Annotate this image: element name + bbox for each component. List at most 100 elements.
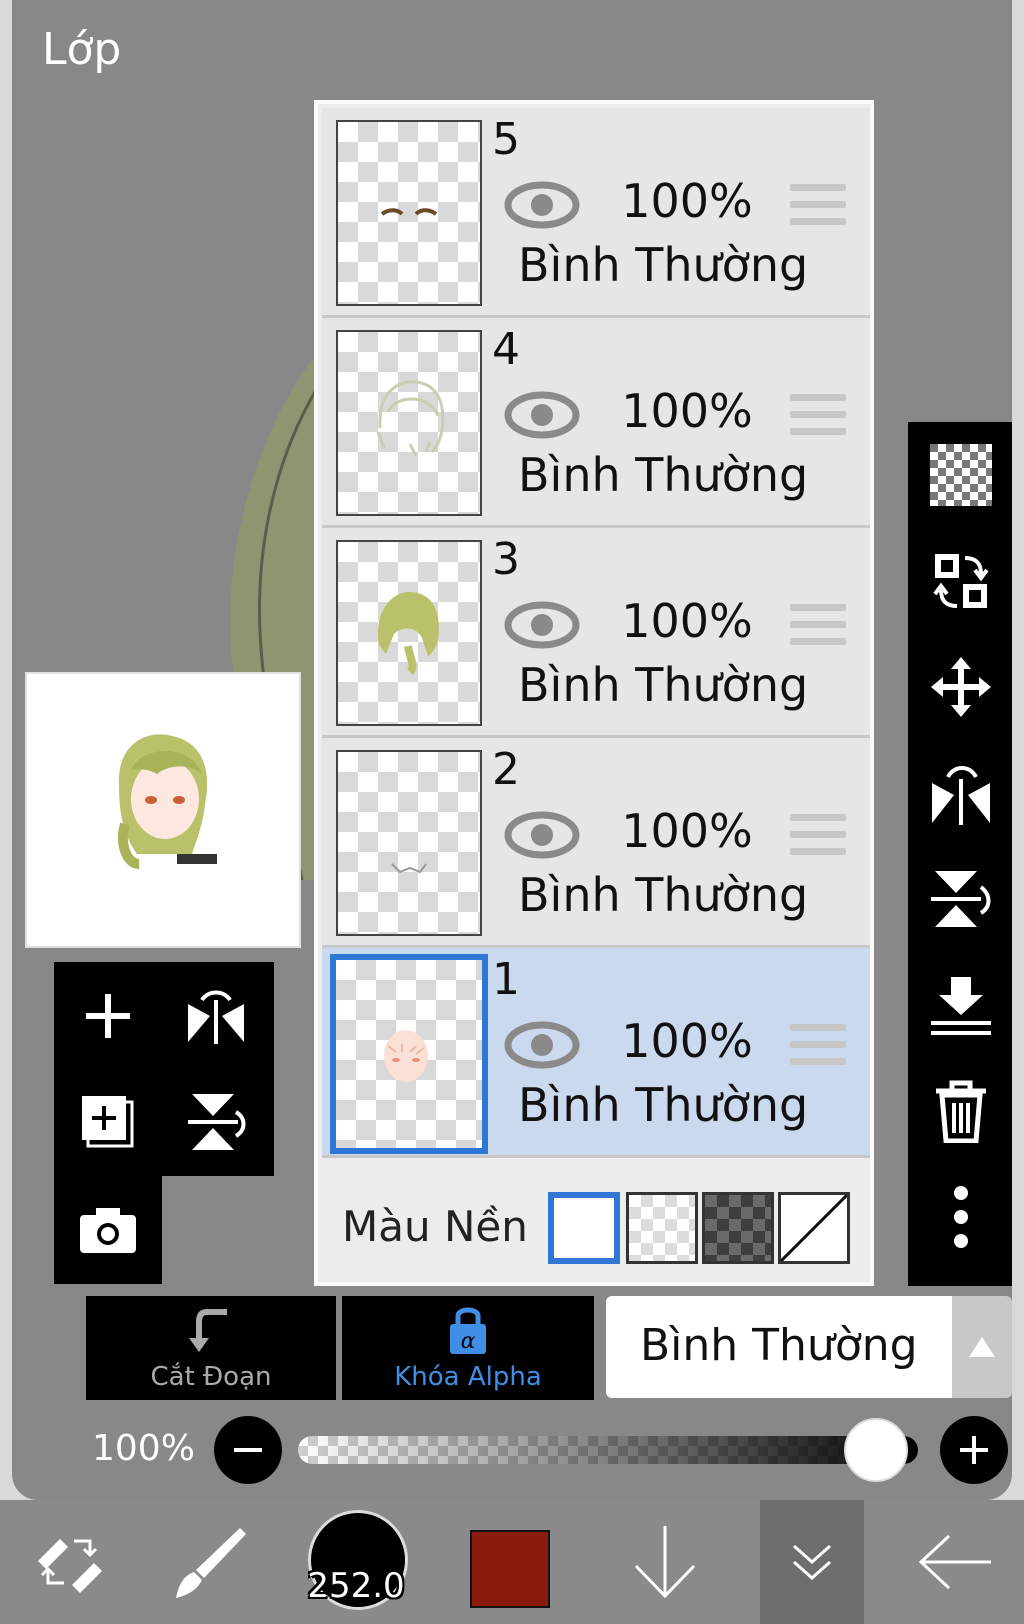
layer-opacity[interactable]: 100% <box>612 384 762 438</box>
layer-number: 5 <box>492 114 520 165</box>
eye-icon[interactable] <box>504 180 580 230</box>
layer-row[interactable]: 3 100% Bình Thường <box>322 528 870 738</box>
move-icon <box>931 657 991 717</box>
flip-horizontal-button[interactable] <box>162 962 270 1070</box>
layer-opacity[interactable]: 100% <box>612 804 762 858</box>
preview-artwork <box>117 734 217 869</box>
eye-icon[interactable] <box>504 600 580 650</box>
background-color-row: Màu Nền <box>322 1162 870 1282</box>
panel-title: Lớp <box>42 24 122 75</box>
swap-button[interactable] <box>908 528 1012 634</box>
layer-number: 4 <box>492 324 520 375</box>
layer-thumbnail <box>336 120 482 306</box>
brush-tool-button[interactable] <box>160 1500 260 1624</box>
current-color-swatch[interactable] <box>470 1530 550 1608</box>
layer-blend-mode: Bình Thường <box>518 658 809 712</box>
layer-2-art <box>391 863 427 874</box>
layer-row[interactable]: 4 100% Bình Thường <box>322 318 870 528</box>
clipping-arrow-icon <box>189 1309 227 1352</box>
blend-mode-select[interactable]: Bình Thường <box>606 1296 952 1398</box>
drag-handle-icon[interactable] <box>790 394 846 440</box>
opacity-slider-track[interactable] <box>298 1436 918 1464</box>
layer-blend-mode: Bình Thường <box>518 1078 809 1132</box>
layer-row[interactable]: 5 100% Bình Thường <box>322 108 870 318</box>
duplicate-layer-button[interactable] <box>54 1068 162 1176</box>
layer-blend-mode: Bình Thường <box>518 238 809 292</box>
drag-handle-icon[interactable] <box>790 604 846 650</box>
eye-icon[interactable] <box>504 1020 580 1070</box>
swap-icon <box>933 554 989 608</box>
add-layer-button[interactable] <box>54 962 162 1070</box>
no-background-icon <box>781 1195 847 1261</box>
layer-list: 5 100% Bình Thường 4 100% Bình Thường 3 … <box>314 100 874 1286</box>
brush-size-value: 252.0 <box>307 1566 405 1606</box>
background-light-checker-swatch[interactable] <box>626 1192 698 1264</box>
eye-icon[interactable] <box>504 810 580 860</box>
background-none-swatch[interactable] <box>778 1192 850 1264</box>
opacity-increase-button[interactable] <box>940 1416 1008 1484</box>
camera-button[interactable] <box>54 1176 162 1284</box>
layer-row[interactable]: 2 100% Bình Thường <box>322 738 870 948</box>
transparency-icon <box>930 444 992 506</box>
minus-icon <box>234 1448 262 1452</box>
right-toolbar <box>908 422 1012 1286</box>
merge-down-icon <box>931 977 991 1035</box>
delete-layer-button[interactable] <box>908 1058 1012 1164</box>
duplicate-layer-icon <box>82 1096 134 1148</box>
layer-opacity[interactable]: 100% <box>612 594 762 648</box>
eraser-swap-icon <box>38 1539 102 1593</box>
opacity-decrease-button[interactable] <box>214 1416 282 1484</box>
flip-vertical-button[interactable] <box>162 1068 270 1176</box>
opacity-slider-knob[interactable] <box>844 1418 908 1482</box>
camera-icon <box>80 1208 136 1253</box>
layer-blend-mode: Bình Thường <box>518 448 809 502</box>
layer-1-art <box>384 1030 428 1082</box>
brush-icon <box>176 1528 246 1598</box>
merge-down-button[interactable] <box>908 952 1012 1058</box>
clipping-label: Cắt Đoạn <box>150 1362 272 1392</box>
blend-mode-toggle[interactable] <box>952 1296 1012 1398</box>
clipping-button[interactable]: Cắt Đoạn <box>86 1296 336 1400</box>
layer-3-art <box>377 591 439 675</box>
opacity-label: 100% <box>92 1428 195 1469</box>
opacity-slider-fill <box>298 1436 918 1464</box>
alpha-lock-button[interactable]: α Khóa Alpha <box>342 1296 594 1400</box>
layer-number: 2 <box>492 744 520 795</box>
more-options-button[interactable] <box>908 1164 1012 1270</box>
drag-handle-icon[interactable] <box>790 814 846 860</box>
trash-icon <box>936 1080 986 1143</box>
layer-row-selected[interactable]: 1 100% Bình Thường <box>322 948 870 1158</box>
move-button[interactable] <box>908 634 1012 740</box>
collapse-panel-button[interactable] <box>760 1500 864 1624</box>
download-button[interactable] <box>600 1500 730 1624</box>
canvas-preview[interactable] <box>25 672 301 948</box>
transparency-button[interactable] <box>908 422 1012 528</box>
left-toolbar <box>54 962 274 1176</box>
drag-handle-icon[interactable] <box>790 184 846 230</box>
transform-tool-button[interactable] <box>0 1500 140 1624</box>
layer-opacity[interactable]: 100% <box>612 1014 762 1068</box>
layer-opacity[interactable]: 100% <box>612 174 762 228</box>
layer-thumbnail <box>330 954 488 1154</box>
triangle-up-icon <box>969 1337 995 1357</box>
layer-thumbnail <box>336 330 482 516</box>
drag-handle-icon[interactable] <box>790 1024 846 1070</box>
flip-vertical-button[interactable] <box>908 846 1012 952</box>
alpha-lock-label: Khóa Alpha <box>394 1362 542 1392</box>
layer-5-art <box>380 208 438 216</box>
chevron-double-down-icon <box>793 1544 831 1581</box>
svg-text:α: α <box>461 1329 476 1354</box>
arrow-down-icon <box>634 1526 696 1599</box>
background-color-label: Màu Nền <box>342 1202 528 1251</box>
layer-4-art <box>376 380 445 457</box>
layer-panel: Lớp 5 100% Bình Thường 4 100% Bình Thườn… <box>12 0 1012 1500</box>
layer-blend-mode: Bình Thường <box>518 868 809 922</box>
more-vertical-icon <box>954 1186 968 1248</box>
flip-horizontal-button[interactable] <box>908 740 1012 846</box>
background-white-swatch[interactable] <box>548 1192 620 1264</box>
eye-icon[interactable] <box>504 390 580 440</box>
flip-horizontal-icon <box>932 766 990 825</box>
plus-icon <box>86 994 130 1038</box>
background-dark-checker-swatch[interactable] <box>702 1192 774 1264</box>
back-button[interactable] <box>900 1500 1010 1624</box>
